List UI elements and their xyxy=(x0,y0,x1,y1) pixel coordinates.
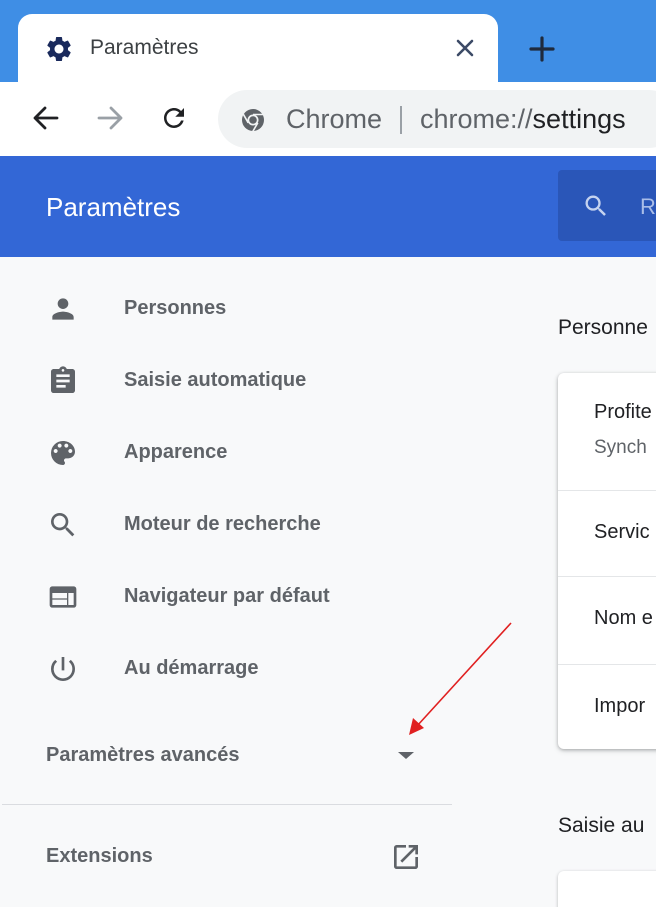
sidebar-divider xyxy=(2,804,452,805)
plus-icon[interactable] xyxy=(524,31,560,67)
url-path: settings xyxy=(532,104,626,134)
browser-window: Paramètres Chrome chrome://settings Para… xyxy=(0,0,656,907)
autofill-card xyxy=(558,871,656,907)
sidebar-item-label: Saisie automatique xyxy=(124,369,307,391)
section-title-saisie: Saisie au xyxy=(558,814,645,837)
sidebar-item-label: Moteur de recherche xyxy=(124,513,321,535)
forward-arrow-icon[interactable] xyxy=(92,100,128,136)
sidebar-item-apparence[interactable]: Apparence xyxy=(0,421,450,481)
row-subtitle: Synch xyxy=(594,437,647,458)
sync-row[interactable]: Profite Synch xyxy=(558,373,656,490)
palette-icon xyxy=(47,437,79,469)
import-row[interactable]: Impor xyxy=(558,664,656,749)
browser-toolbar: Chrome chrome://settings xyxy=(0,82,656,156)
sidebar-item-navigateur-par-defaut[interactable]: Navigateur par défaut xyxy=(0,565,450,625)
dropdown-arrow-icon[interactable] xyxy=(397,747,415,765)
site-chip: Chrome xyxy=(286,104,383,134)
sidebar-item-label: Personnes xyxy=(124,297,227,319)
search-icon xyxy=(582,192,610,220)
tab-strip: Paramètres xyxy=(0,0,656,82)
sidebar-item-personnes[interactable]: Personnes xyxy=(0,277,450,337)
clipboard-icon xyxy=(47,365,79,397)
sidebar-item-moteur-de-recherche[interactable]: Moteur de recherche xyxy=(0,493,450,553)
row-title: Impor xyxy=(594,695,646,717)
back-arrow-icon[interactable] xyxy=(28,100,64,136)
sidebar-item-label: Apparence xyxy=(124,441,228,463)
sidebar-item-label: Au démarrage xyxy=(124,657,259,679)
search-icon xyxy=(47,509,79,541)
address-bar[interactable]: Chrome chrome://settings xyxy=(218,90,656,148)
advanced-settings-toggle[interactable]: Paramètres avancés xyxy=(46,744,239,767)
tab-settings[interactable]: Paramètres xyxy=(18,14,498,82)
url-scheme: chrome:// xyxy=(420,104,533,134)
sidebar-item-au-demarrage[interactable]: Au démarrage xyxy=(0,637,450,697)
close-icon[interactable] xyxy=(450,33,480,63)
row-title: Nom e xyxy=(594,607,653,629)
settings-search-input[interactable]: R xyxy=(558,170,656,241)
settings-content: Personnes Saisie automatique Apparence M… xyxy=(0,257,656,907)
person-icon xyxy=(47,293,79,325)
gear-icon xyxy=(44,34,74,64)
search-placeholder: R xyxy=(640,194,656,219)
section-title-personnes: Personne xyxy=(558,316,648,339)
url-text: chrome://settings xyxy=(420,104,626,135)
name-row[interactable]: Nom e xyxy=(558,576,656,665)
reload-icon[interactable] xyxy=(156,100,192,136)
sidebar-item-saisie-automatique[interactable]: Saisie automatique xyxy=(0,349,450,409)
extensions-link[interactable]: Extensions xyxy=(46,845,153,868)
tab-title: Paramètres xyxy=(90,36,199,59)
page-title: Paramètres xyxy=(46,192,181,222)
row-title: Profite xyxy=(594,401,652,423)
row-title: Servic xyxy=(594,521,650,543)
services-row[interactable]: Servic xyxy=(558,490,656,577)
browser-window-icon xyxy=(47,581,79,613)
chrome-logo-icon xyxy=(240,107,266,133)
omnibox-separator xyxy=(400,106,402,134)
sidebar-item-label: Navigateur par défaut xyxy=(124,585,330,607)
open-in-new-icon[interactable] xyxy=(390,841,422,873)
people-card: Profite Synch Servic Nom e Impor xyxy=(558,373,656,749)
settings-header: Paramètres R xyxy=(0,156,656,257)
power-icon xyxy=(47,653,79,685)
